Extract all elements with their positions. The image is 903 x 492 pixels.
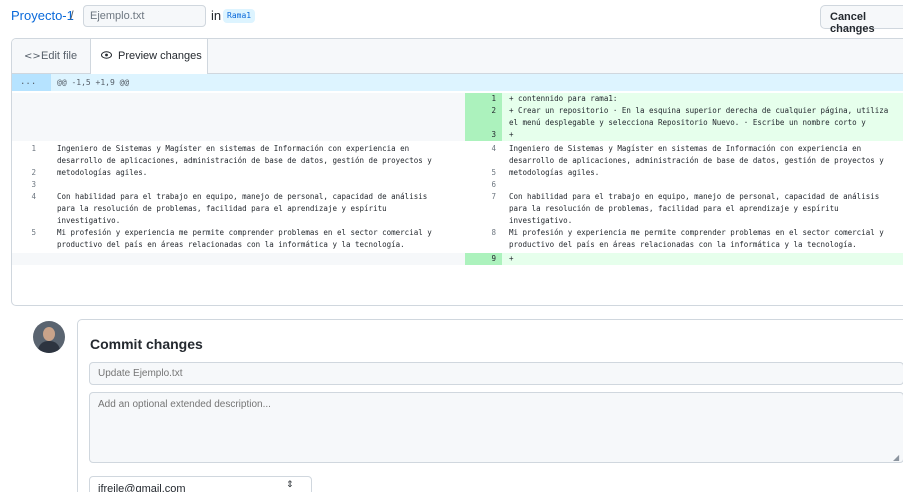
context-line-left: Mi profesión y experiencia me permite co… (57, 228, 432, 237)
context-line-right: productivo del país en áreas relacionada… (509, 240, 857, 249)
added-line-bg (502, 253, 903, 265)
hunk-header: ... @@ -1,5 +1,9 @@ (12, 74, 903, 91)
line-number-left: 3 (31, 180, 36, 189)
expand-hunk-button[interactable]: ... (12, 74, 51, 91)
context-line-right: para la resolución de problemas, facilid… (509, 204, 839, 213)
context-line-right: desarrollo de aplicaciones, administraci… (509, 156, 884, 165)
branch-badge: Rama1 (223, 9, 256, 23)
line-number-right: 1 (465, 93, 502, 105)
select-caret-icon: ⇕ (286, 480, 294, 490)
line-number-left: 5 (31, 228, 36, 237)
added-line: el menú desplegable y selecciona Reposit… (509, 118, 866, 127)
in-label: in (211, 8, 222, 23)
added-line: + contennido para rama1: (509, 94, 618, 103)
context-line-right: Con habilidad para el trabajo en equipo,… (509, 192, 880, 201)
line-number-right: 4 (491, 144, 496, 153)
context-line-left: Con habilidad para el trabajo en equipo,… (57, 192, 428, 201)
context-line-left: investigativo. (57, 216, 121, 225)
context-line-left: Ingeniero de Sistemas y Magíster en sist… (57, 144, 410, 153)
editor-panel: <>Edit file Preview changes ... @@ -1,5 … (11, 38, 903, 306)
context-line-left: metodologías agiles. (57, 168, 148, 177)
tab-preview-label: Preview changes (118, 50, 202, 62)
commit-email-select[interactable]: jfreile@gmail.com (89, 476, 312, 492)
avatar (33, 321, 65, 353)
tab-edit-label: Edit file (41, 50, 78, 62)
line-number-right: 8 (491, 228, 496, 237)
context-line-right: Mi profesión y experiencia me permite co… (509, 228, 884, 237)
path-separator: / (70, 8, 74, 23)
line-number-left: 1 (31, 144, 36, 153)
code-icon: <> (24, 51, 41, 62)
tab-preview-changes[interactable]: Preview changes (90, 39, 208, 75)
cancel-changes-button[interactable]: Cancel changes (820, 5, 903, 35)
commit-summary-input[interactable] (89, 362, 903, 385)
hunk-range: @@ -1,5 +1,9 @@ (57, 78, 130, 87)
diff-empty-left (12, 93, 465, 141)
eye-icon (101, 51, 113, 62)
commit-title: Commit changes (90, 336, 203, 352)
context-line-left: desarrollo de aplicaciones, administraci… (57, 156, 432, 165)
line-number-right: 7 (491, 192, 496, 201)
editor-tabs: <>Edit file Preview changes (12, 39, 903, 75)
context-line-left: para la resolución de problemas, facilid… (57, 204, 387, 213)
context-line-right: investigativo. (509, 216, 573, 225)
context-line-right: Ingeniero de Sistemas y Magíster en sist… (509, 144, 862, 153)
added-line: + (509, 130, 514, 139)
line-number-right: 3 (465, 129, 502, 141)
line-number-right: 5 (491, 168, 496, 177)
line-number-right (465, 117, 502, 129)
line-number-right: 6 (491, 180, 496, 189)
line-number-right: 2 (465, 105, 502, 117)
tab-edit-file[interactable]: <>Edit file (24, 39, 77, 75)
line-number-left: 2 (31, 168, 36, 177)
repo-link[interactable]: Proyecto-1 (11, 8, 74, 23)
added-line-bg (502, 129, 903, 141)
filename-input[interactable] (83, 5, 206, 27)
added-line: + (509, 254, 514, 263)
line-number-left: 4 (31, 192, 36, 201)
diff-empty-left (12, 253, 465, 265)
line-number-right: 9 (465, 253, 502, 265)
context-line-right: metodologías agiles. (509, 168, 600, 177)
context-line-left: productivo del país en áreas relacionada… (57, 240, 405, 249)
commit-description-input[interactable] (89, 392, 903, 463)
added-line: + Crear un repositorio · En la esquina s… (509, 106, 889, 115)
file-header: Proyecto-1 / in Rama1 Cancel changes (0, 0, 903, 35)
resize-handle-icon[interactable]: ◢ (893, 453, 899, 462)
